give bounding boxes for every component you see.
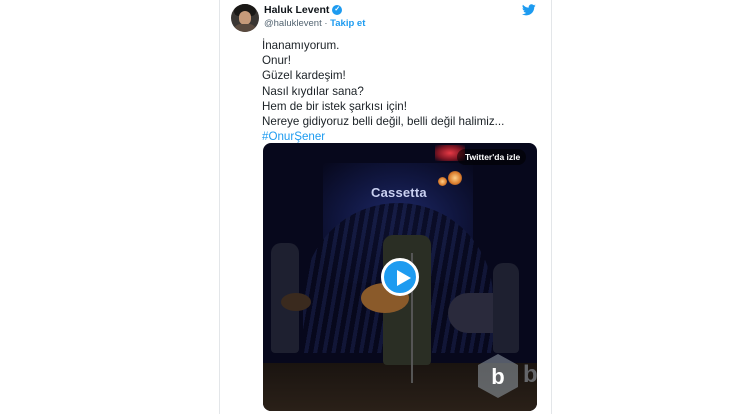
tweet-line: Güzel kardeşim! <box>262 69 346 83</box>
author-handle-row: @haluklevent · Takip et <box>264 18 365 29</box>
separator: · <box>324 18 328 29</box>
author-name-row[interactable]: Haluk Levent ✓ <box>264 4 343 16</box>
verified-badge-icon: ✓ <box>332 5 343 15</box>
watermark-logo-icon: b <box>478 354 518 398</box>
author-name[interactable]: Haluk Levent <box>264 4 329 16</box>
watermark-text: b <box>523 361 538 388</box>
stage-light-orange-small <box>438 177 447 186</box>
tweet-line: İnanamıyorum. <box>262 39 340 52</box>
stage-light-orange <box>448 171 462 185</box>
tweet-line: Nasıl kıydılar sana? <box>262 84 364 98</box>
author-avatar[interactable] <box>231 4 259 32</box>
guitar-left <box>281 293 311 311</box>
drummer <box>493 263 519 353</box>
watermark-logo-letter: b <box>491 364 504 389</box>
tweet-line: Nereye gidiyoruz belli değil, belli deği… <box>262 115 505 129</box>
play-icon <box>397 270 411 286</box>
watch-on-twitter-button[interactable]: Twitter'da izle <box>457 149 527 165</box>
tweet-line: Hem de bir istek şarkısı için! <box>262 99 407 113</box>
play-button[interactable] <box>381 258 419 296</box>
follow-button[interactable]: Takip et <box>330 18 365 29</box>
stage-sign: Cassetta <box>371 185 427 200</box>
tweet-text: İnanamıyorum. Onur! Güzel kardeşim! Nası… <box>262 38 504 144</box>
author-handle[interactable]: @haluklevent <box>264 18 322 29</box>
tweet-line: Onur! <box>262 54 291 68</box>
twitter-bird-icon[interactable] <box>522 4 536 16</box>
